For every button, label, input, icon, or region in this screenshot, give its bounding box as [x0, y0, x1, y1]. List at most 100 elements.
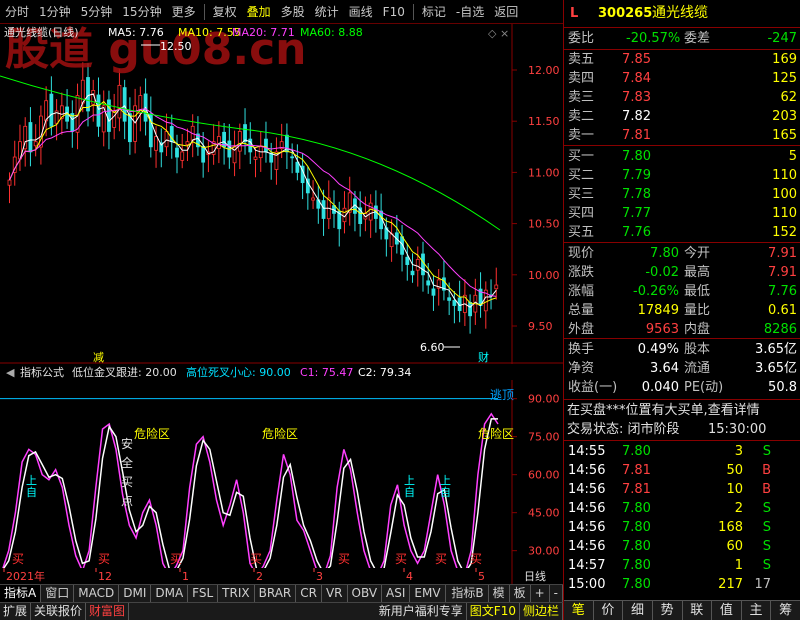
- indicator-name[interactable]: 指标公式: [20, 365, 64, 379]
- indicator-tab-16[interactable]: +: [531, 585, 550, 602]
- indicator-tab-13[interactable]: 指标B: [447, 585, 489, 602]
- indicator-tab-9[interactable]: VR: [322, 585, 348, 602]
- indicator-tab-0[interactable]: 指标A: [0, 585, 42, 602]
- event-marker-cai[interactable]: 财: [478, 350, 489, 364]
- indicator-tab-17[interactable]: -: [550, 585, 563, 602]
- ask-label: 卖一: [568, 128, 595, 143]
- indicator-tab-15[interactable]: 板: [510, 585, 531, 602]
- stat-row: 收益(一) 0.040 PE(动) 50.8: [564, 378, 800, 397]
- collapse-arrow-icon[interactable]: ◀: [6, 366, 15, 379]
- indicator-tab-8[interactable]: CR: [296, 585, 322, 602]
- toolbar-item-5[interactable]: 复权: [208, 0, 242, 24]
- toolbar-item-3[interactable]: 15分钟: [117, 0, 166, 24]
- indicator-tab-7[interactable]: BRAR: [255, 585, 297, 602]
- quote-tab-2[interactable]: 细: [623, 601, 653, 620]
- toolbar-item-12[interactable]: -自选: [451, 0, 489, 24]
- oscillator-svg[interactable]: ◀ 指标公式 低位金叉跟进: 20.00 高位死叉小心: 90.00 C1: 7…: [0, 364, 563, 578]
- toolbar-item-1[interactable]: 1分钟: [34, 0, 76, 24]
- tick-row: 14:56 7.81 10 B: [564, 480, 800, 499]
- indicator-tab-10[interactable]: OBV: [348, 585, 383, 602]
- danger-zone-label: 危险区: [262, 426, 298, 441]
- osc-ytick: 75.00: [528, 431, 560, 444]
- kline-ytick: 10.50: [528, 218, 560, 231]
- quote-tab-0[interactable]: 笔: [564, 601, 594, 620]
- indicator-tab-11[interactable]: ASI: [382, 585, 411, 602]
- danger-zone-label: 危险区: [134, 426, 170, 441]
- stat-row: 净资 3.64 流通 3.65亿: [564, 359, 800, 378]
- ask-row: 卖二 7.82 203: [564, 107, 800, 126]
- stat-value: 0.49%: [637, 342, 679, 357]
- bid-price: 7.77: [622, 206, 651, 221]
- ask-volume: 165: [772, 128, 797, 143]
- toolbar-item-9[interactable]: 画线: [344, 0, 378, 24]
- kline-svg[interactable]: 股道 gu08.cn 通光线缆(日线) MA5: 7.76 MA10: 7.55…: [0, 24, 563, 589]
- tick-time: 14:56: [568, 520, 606, 535]
- status-left-0[interactable]: 扩展: [0, 603, 32, 620]
- toolbar-item-7[interactable]: 多股: [276, 0, 310, 24]
- settings-icon[interactable]: ◇: [488, 27, 497, 40]
- indicator-tab-14[interactable]: 模: [489, 585, 510, 602]
- date-label: 1: [182, 570, 189, 583]
- toolbar-item-6[interactable]: 叠加: [242, 0, 276, 24]
- toolbar-item-10[interactable]: F10: [378, 0, 410, 24]
- tick-direction: S: [762, 520, 771, 535]
- tick-volume: 10: [726, 482, 743, 497]
- quote-tab-6[interactable]: 主: [742, 601, 772, 620]
- bid-label: 买五: [568, 225, 595, 240]
- status-right-1[interactable]: 图文F10: [467, 603, 520, 620]
- toolbar-item-4[interactable]: 更多: [167, 0, 201, 24]
- indicator-tab-3[interactable]: DMI: [119, 585, 152, 602]
- toolbar-item-13[interactable]: 返回: [489, 0, 523, 24]
- bid-price: 7.79: [622, 168, 651, 183]
- quote-tab-4[interactable]: 联: [683, 601, 713, 620]
- status-right-2[interactable]: 侧边栏: [520, 603, 563, 620]
- kline-ytick: 9.50: [528, 320, 553, 333]
- tick-price: 7.80: [622, 444, 651, 459]
- stat-value: 17849: [637, 303, 679, 318]
- chart-toolbar: 分时 1分钟 5分钟 15分钟 更多 复权 叠加 多股 统计 画线 F10 标记 -自选 返回: [0, 0, 563, 24]
- close-icon[interactable]: ×: [500, 27, 509, 40]
- period-label[interactable]: 日线: [524, 569, 546, 583]
- stat-label: PE(动): [684, 380, 724, 395]
- level-badge: L: [570, 6, 579, 21]
- toolbar-item-8[interactable]: 统计: [310, 0, 344, 24]
- quote-tab-7[interactable]: 筹: [771, 601, 800, 620]
- indicator-tab-5[interactable]: FSL: [188, 585, 219, 602]
- stat-row: 总量 17849 量比 0.61: [564, 301, 800, 320]
- toolbar-item-11[interactable]: 标记: [417, 0, 451, 24]
- indicator-tab-2[interactable]: MACD: [74, 585, 120, 602]
- tick-time: 14:57: [568, 558, 606, 573]
- tick-direction: S: [762, 444, 771, 459]
- osc-ytick: 90.00: [528, 393, 560, 406]
- event-marker-jian[interactable]: 减: [93, 351, 104, 364]
- indicator-tab-4[interactable]: DMA: [151, 585, 189, 602]
- indicator-tab-6[interactable]: TRIX: [218, 585, 255, 602]
- bid-label: 买三: [568, 187, 595, 202]
- quote-tab-3[interactable]: 势: [653, 601, 683, 620]
- stat-label: 内盘: [684, 322, 711, 337]
- indicator-tab-12[interactable]: EMV: [410, 585, 446, 602]
- quote-tab-1[interactable]: 价: [594, 601, 624, 620]
- indicator-tab-1[interactable]: 窗口: [41, 585, 75, 602]
- notice-row[interactable]: 在买盘***位置有大买单,查看详情: [564, 401, 800, 420]
- tick-direction: B: [762, 463, 771, 478]
- tick-row: 15:00 7.80 217 17: [564, 575, 800, 594]
- ma5-label: MA5: 7.76: [108, 26, 164, 39]
- ask-price: 7.85: [622, 52, 651, 67]
- toolbar-item-0[interactable]: 分时: [0, 0, 34, 24]
- buy-signal-label: 买: [250, 552, 262, 566]
- toolbar-item-2[interactable]: 5分钟: [76, 0, 118, 24]
- big-order-notice[interactable]: 在买盘***位置有大买单,查看详情: [567, 401, 760, 420]
- stat-label: 涨幅: [568, 284, 595, 299]
- status-left-2[interactable]: 财富图: [86, 603, 130, 620]
- status-left-1[interactable]: 关联报价: [31, 603, 87, 620]
- kline-chart[interactable]: 股道 gu08.cn 通光线缆(日线) MA5: 7.76 MA10: 7.55…: [0, 24, 563, 589]
- oscillator-panel[interactable]: ◀ 指标公式 低位金叉跟进: 20.00 高位死叉小心: 90.00 C1: 7…: [0, 364, 563, 578]
- osc-ytick: 30.00: [528, 545, 560, 558]
- tick-price: 7.80: [622, 558, 651, 573]
- quote-tab-5[interactable]: 值: [712, 601, 742, 620]
- ask-price: 7.83: [622, 90, 651, 105]
- status-right-0[interactable]: 新用户福利专享: [376, 603, 467, 620]
- buy-signal-label: 买: [338, 552, 350, 566]
- stat-label: 今开: [684, 246, 711, 261]
